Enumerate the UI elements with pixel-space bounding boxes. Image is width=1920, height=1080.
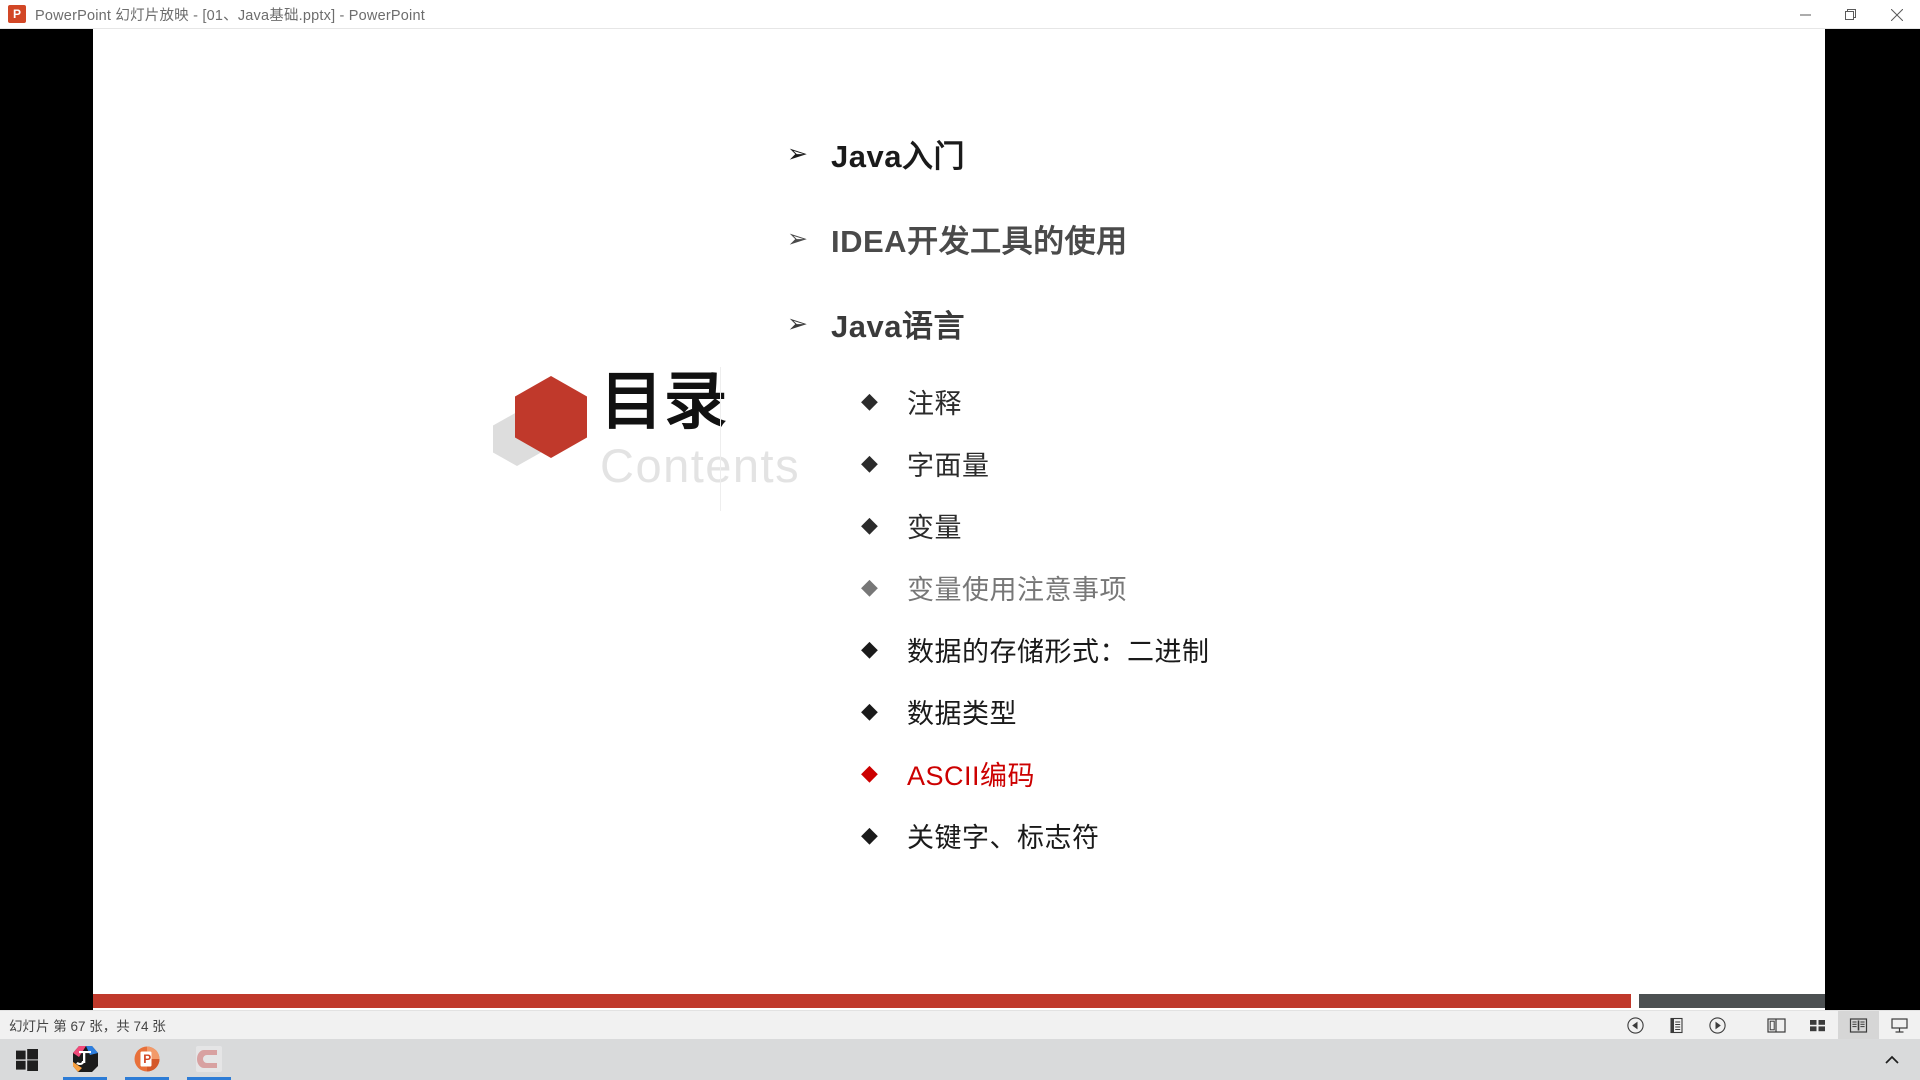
- normal-view-button[interactable]: [1756, 1011, 1797, 1040]
- contents-logo: 目录 Contents: [408, 364, 799, 514]
- outline-label: 变量: [907, 513, 962, 543]
- outline-label: 字面量: [907, 451, 990, 481]
- outline-item-level2[interactable]: ◆ 数据的存储形式：二进制: [787, 628, 1787, 671]
- outline-label: IDEA开发工具的使用: [831, 223, 1128, 259]
- diamond-bullet-icon: ◆: [861, 574, 878, 600]
- previous-slide-button[interactable]: [1615, 1011, 1656, 1040]
- slideshow-stage[interactable]: 目录 Contents ➢ Java入门 ➢ IDEA开发工具的使用 ➢ Jav…: [0, 29, 1920, 1010]
- minimize-button[interactable]: [1782, 0, 1828, 29]
- chevron-up-icon: [1885, 1055, 1899, 1064]
- arrow-bullet-icon: ➢: [787, 308, 808, 338]
- outline-label: Java语言: [831, 308, 965, 344]
- slide-canvas[interactable]: 目录 Contents ➢ Java入门 ➢ IDEA开发工具的使用 ➢ Jav…: [93, 29, 1825, 1010]
- outline-item-level2[interactable]: ◆ 关键字、标志符: [787, 814, 1787, 857]
- outline-item-level1[interactable]: ➢ Java语言: [787, 295, 1787, 351]
- outline-item-level2[interactable]: ◆ 变量: [787, 504, 1787, 547]
- hexagon-logo-icon: [493, 374, 598, 469]
- outline-item-level2[interactable]: ◆ 数据类型: [787, 690, 1787, 733]
- vertical-divider: [720, 367, 721, 511]
- taskbar-app-powerpoint[interactable]: P: [116, 1039, 178, 1080]
- start-button[interactable]: [0, 1039, 54, 1080]
- progress-remaining: [1639, 994, 1825, 1008]
- taskbar-app-camtasia[interactable]: [178, 1039, 240, 1080]
- slide-counter: 幻灯片 第 67 张，共 74 张: [9, 1019, 166, 1034]
- progress-filled: [93, 994, 1631, 1008]
- restore-button[interactable]: [1828, 0, 1874, 29]
- outline-label: 数据的存储形式：二进制: [907, 637, 1210, 667]
- outline-label: 变量使用注意事项: [907, 575, 1127, 605]
- slide-sorter-button[interactable]: [1797, 1011, 1838, 1040]
- diamond-bullet-icon: ◆: [861, 388, 878, 414]
- next-slide-button[interactable]: [1697, 1011, 1738, 1040]
- outline-item-level1[interactable]: ➢ Java入门: [787, 125, 1787, 181]
- status-bar-buttons: [1615, 1010, 1920, 1040]
- diamond-bullet-icon: ◆: [861, 822, 878, 848]
- outline-item-level2[interactable]: ◆ 注释: [787, 380, 1787, 423]
- reading-view-button[interactable]: [1838, 1010, 1879, 1040]
- taskbar-app-intellij-idea[interactable]: [54, 1039, 116, 1080]
- arrow-bullet-icon: ➢: [787, 223, 808, 253]
- window-titlebar: PowerPoint 幻灯片放映 - [01、Java基础.pptx] - Po…: [0, 0, 1920, 29]
- status-bar: 幻灯片 第 67 张，共 74 张: [0, 1010, 1920, 1040]
- arrow-bullet-icon: ➢: [787, 138, 808, 168]
- diamond-bullet-icon: ◆: [861, 698, 878, 724]
- diamond-bullet-icon: ◆: [861, 636, 878, 662]
- outline-label: 关键字、标志符: [907, 823, 1100, 853]
- outline-label: Java入门: [831, 138, 965, 174]
- window-title: PowerPoint 幻灯片放映 - [01、Java基础.pptx] - Po…: [35, 7, 425, 24]
- show-hidden-icons-button[interactable]: [1864, 1039, 1920, 1080]
- intellij-idea-icon: [70, 1044, 100, 1074]
- outline-item-level2[interactable]: ◆ 字面量: [787, 442, 1787, 485]
- slideshow-view-button[interactable]: [1879, 1011, 1920, 1040]
- diamond-bullet-icon: ◆: [861, 512, 878, 538]
- contents-title-en: Contents: [600, 439, 801, 492]
- svg-text:P: P: [143, 1052, 151, 1066]
- powerpoint-icon: [8, 5, 26, 23]
- outline-label: 注释: [907, 389, 962, 419]
- close-button[interactable]: [1874, 0, 1920, 29]
- outline-label: 数据类型: [907, 699, 1017, 729]
- window-controls: [1782, 0, 1920, 28]
- camtasia-icon: [194, 1044, 224, 1074]
- powerpoint-icon: P: [132, 1044, 162, 1074]
- windows-taskbar: P: [0, 1039, 1920, 1080]
- diamond-bullet-icon: ◆: [861, 450, 878, 476]
- slide-progress-bar: [93, 994, 1825, 1008]
- contents-title-cn: 目录: [600, 367, 728, 437]
- outline-label: ASCII编码: [907, 761, 1036, 791]
- outline-item-level1[interactable]: ➢ IDEA开发工具的使用: [787, 210, 1787, 266]
- notes-button[interactable]: [1656, 1011, 1697, 1040]
- outline-item-level2-active[interactable]: ◆ ASCII编码: [787, 752, 1787, 795]
- diamond-bullet-icon: ◆: [861, 760, 878, 786]
- outline-item-level2[interactable]: ◆ 变量使用注意事项: [787, 566, 1787, 609]
- slide-outline: ➢ Java入门 ➢ IDEA开发工具的使用 ➢ Java语言 ◆ 注释 ◆ 字…: [787, 125, 1787, 876]
